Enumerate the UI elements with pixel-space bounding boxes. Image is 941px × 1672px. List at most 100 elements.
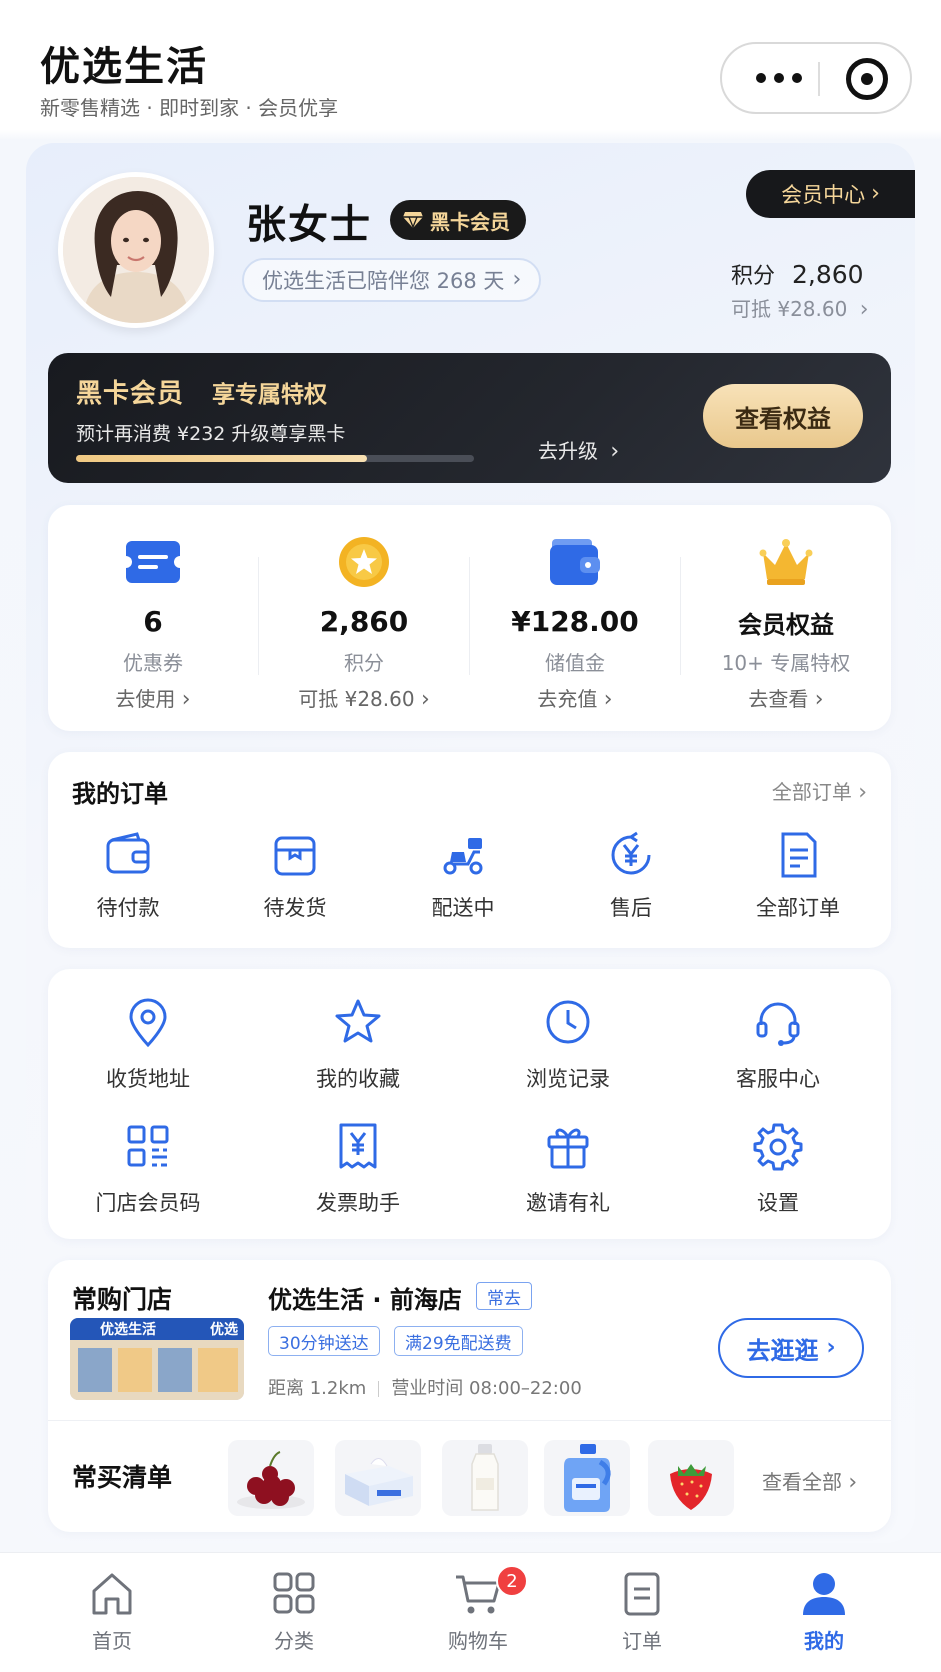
order-all[interactable]: 全部订单	[723, 830, 873, 930]
gift-icon	[547, 1128, 589, 1169]
benefits-action-label: 去查看	[748, 687, 809, 711]
vip-badge: 黑卡会员	[390, 200, 526, 240]
chevron-right-icon: ›	[603, 687, 613, 712]
benefits-action[interactable]: 去查看 ›	[681, 683, 891, 712]
go-shopping-button[interactable]: 去逛逛 ›	[718, 1318, 864, 1378]
diamond-icon	[403, 212, 423, 229]
user-name: 张女士	[246, 202, 372, 248]
wallet-icon	[550, 539, 600, 585]
tab-orders-label: 订单	[622, 1629, 662, 1653]
gear-icon	[753, 1123, 803, 1171]
close-target-icon[interactable]	[846, 58, 888, 100]
order-pending-shipment-label: 待发货	[263, 896, 327, 920]
vip-badge-label: 黑卡会员	[430, 209, 510, 234]
upgrade-link-label: 去升级	[538, 439, 598, 463]
store-meta: 距离 1.2km 营业时间 08:00–22:00	[268, 1374, 582, 1400]
order-delivering[interactable]: 配送中	[388, 830, 538, 930]
service-settings[interactable]: 设置	[678, 1121, 878, 1231]
service-history[interactable]: 浏览记录	[468, 997, 668, 1107]
assets-card: 6 优惠券 去使用 › 2,860 积分 可抵 ¥28.60 › ¥128.00…	[48, 505, 891, 731]
accompany-days-pill[interactable]: 优选生活已陪伴您 268 天 ›	[242, 258, 542, 302]
points-action[interactable]: 可抵 ¥28.60 ›	[259, 683, 469, 712]
scooter-icon	[443, 838, 483, 875]
store-photo[interactable]: 优选生活 优选	[70, 1318, 244, 1400]
order-pending-payment-label: 待付款	[96, 896, 160, 920]
service-favorites[interactable]: 我的收藏	[258, 997, 458, 1107]
black-card-subtitle: 享专属特权	[212, 382, 327, 408]
points-asset-label: 积分	[344, 651, 384, 675]
all-orders-link[interactable]: 全部订单 ›	[772, 776, 867, 805]
services-card: 收货地址 我的收藏 浏览记录 客服中心 门店会员码 发票助手 邀请有礼 设置	[48, 969, 891, 1239]
app-title: 优选生活	[40, 44, 208, 90]
coupon-action[interactable]: 去使用 ›	[48, 683, 258, 712]
service-invoice[interactable]: 发票助手	[258, 1121, 458, 1231]
points-label: 积分	[731, 264, 776, 289]
upgrade-progress-bar	[76, 455, 474, 462]
tab-home[interactable]: 首页	[52, 1571, 172, 1654]
frequent-list-title: 常买清单	[72, 1463, 173, 1492]
avatar[interactable]	[58, 172, 214, 328]
service-invoice-label: 发票助手	[316, 1191, 400, 1215]
store-distance: 距离 1.2km	[268, 1378, 367, 1399]
view-benefits-button[interactable]: 查看权益	[703, 384, 863, 448]
chevron-right-icon: ›	[859, 297, 869, 322]
service-member-code[interactable]: 门店会员码	[48, 1121, 248, 1231]
points-offset[interactable]: 可抵 ¥28.60 ›	[731, 293, 869, 322]
orders-title: 我的订单	[72, 780, 168, 808]
chevron-right-icon: ›	[826, 1335, 836, 1360]
recharge-action[interactable]: 去充值 ›	[470, 683, 680, 712]
box-icon	[274, 836, 316, 876]
chevron-right-icon: ›	[848, 1470, 858, 1495]
store-sign-text: 优选生活	[100, 1321, 156, 1338]
asset-points[interactable]: 2,860 积分 可抵 ¥28.60 ›	[259, 505, 469, 731]
tab-cart[interactable]: 2 购物车	[418, 1565, 538, 1654]
product-cherries[interactable]	[228, 1440, 314, 1516]
cart-icon	[456, 1575, 501, 1614]
order-after-sales[interactable]: 售后	[556, 830, 706, 930]
bottom-tab-bar: 首页 分类 2 购物车 订单 我的	[0, 1552, 941, 1672]
asset-member-benefits[interactable]: 会员权益 10+ 专属特权 去查看 ›	[681, 505, 891, 731]
star-icon	[335, 999, 381, 1043]
qrcode-icon	[127, 1125, 169, 1167]
service-address-label: 收货地址	[106, 1067, 190, 1091]
points-action-label: 可抵 ¥28.60	[298, 687, 415, 711]
tab-orders[interactable]: 订单	[582, 1571, 702, 1654]
product-tissues[interactable]	[335, 1440, 421, 1516]
member-center-button[interactable]: 会员中心 ›	[746, 170, 915, 218]
tab-category[interactable]: 分类	[234, 1571, 354, 1654]
chevron-right-icon: ›	[512, 267, 522, 292]
chevron-right-icon: ›	[871, 181, 880, 206]
asset-coupons[interactable]: 6 优惠券 去使用 ›	[48, 505, 258, 731]
order-pending-payment[interactable]: 待付款	[53, 830, 203, 930]
service-invite[interactable]: 邀请有礼	[468, 1121, 668, 1231]
yuan-refund-icon	[611, 831, 651, 875]
upgrade-link[interactable]: 去升级 ›	[538, 435, 619, 464]
ticket-icon	[124, 541, 182, 583]
product-strawberry[interactable]	[648, 1440, 734, 1516]
tab-me[interactable]: 我的	[764, 1571, 884, 1654]
service-address[interactable]: 收货地址	[48, 997, 248, 1107]
store-often-tag: 常去	[476, 1282, 532, 1310]
tab-category-label: 分类	[274, 1629, 314, 1653]
points-summary[interactable]: 积分 2,860	[731, 258, 864, 290]
chevron-right-icon: ›	[858, 780, 867, 805]
more-dots-icon[interactable]	[744, 50, 814, 106]
coupon-label: 优惠券	[123, 651, 183, 675]
go-shopping-label: 去逛逛	[746, 1336, 819, 1365]
document-icon	[781, 832, 817, 878]
order-pending-shipment[interactable]: 待发货	[220, 830, 370, 930]
order-delivering-label: 配送中	[431, 896, 495, 920]
service-customer-support[interactable]: 客服中心	[678, 997, 878, 1107]
my-orders-card: 我的订单 全部订单 › 待付款 待发货 配送中 售后 全部订单	[48, 752, 891, 948]
order-after-sales-label: 售后	[610, 896, 652, 920]
frequent-store-card: 常购门店 优选生活 优选 优选生活 · 前海店 常去 30分钟送达 满29免配送…	[48, 1260, 891, 1532]
black-card-banner[interactable]: 黑卡会员 享专属特权 预计再消费 ¥232 升级尊享黑卡 去升级 › 查看权益	[48, 353, 891, 483]
invoice-icon	[339, 1123, 377, 1169]
view-all-link[interactable]: 查看全部 ›	[762, 1466, 857, 1495]
asset-stored-value[interactable]: ¥128.00 储值金 去充值 ›	[470, 505, 680, 731]
product-detergent[interactable]	[544, 1440, 630, 1516]
product-milk[interactable]	[442, 1440, 528, 1516]
member-benefits-count: 10+ 专属特权	[721, 651, 851, 675]
coin-icon	[339, 537, 389, 587]
upgrade-progress-fill	[76, 455, 367, 462]
